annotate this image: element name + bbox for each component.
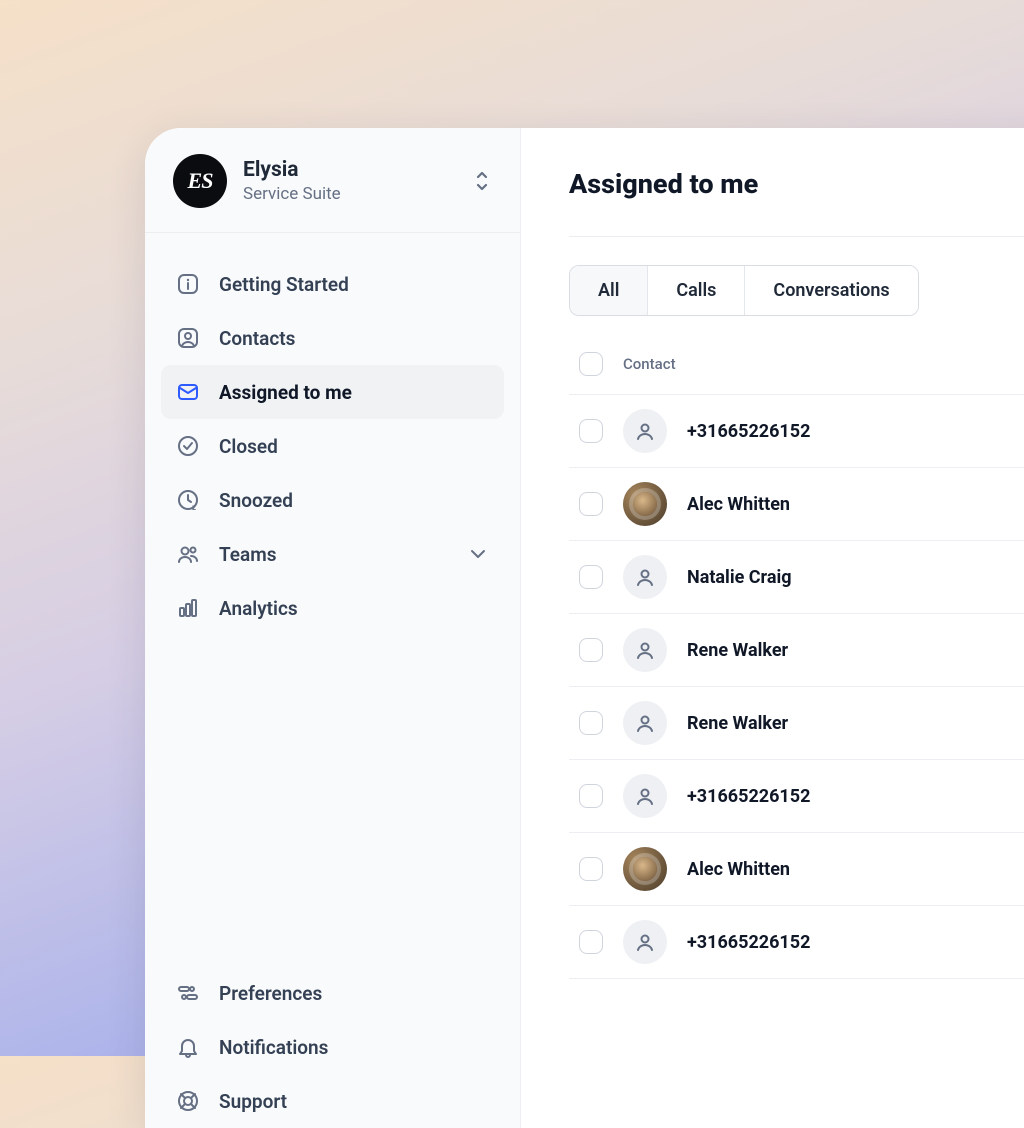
- table-header-row: Contact: [569, 352, 1024, 394]
- contact-name: Alec Whitten: [687, 859, 790, 880]
- table-row[interactable]: +31665226152: [569, 760, 1024, 833]
- contact-name: Rene Walker: [687, 640, 788, 661]
- filter-tabs: AllCallsConversations: [569, 265, 919, 316]
- workspace-name: Elysia: [243, 158, 456, 182]
- chevron-up-down-icon: [472, 169, 492, 193]
- sidebar-item-support[interactable]: Support: [161, 1074, 504, 1128]
- avatar-placeholder: [623, 701, 667, 745]
- tab-conv[interactable]: Conversations: [745, 266, 917, 315]
- contact-icon: [175, 325, 201, 351]
- sidebar-item-teams[interactable]: Teams: [161, 527, 504, 581]
- row-checkbox[interactable]: [579, 784, 603, 808]
- workspace-switcher[interactable]: ES Elysia Service Suite: [145, 128, 520, 233]
- sidebar-item-assigned[interactable]: Assigned to me: [161, 365, 504, 419]
- tab-calls[interactable]: Calls: [648, 266, 745, 315]
- row-checkbox[interactable]: [579, 711, 603, 735]
- check-icon: [175, 433, 201, 459]
- avatar-photo: [623, 847, 667, 891]
- column-header-contact: Contact: [623, 355, 676, 373]
- sidebar-item-closed[interactable]: Closed: [161, 419, 504, 473]
- avatar-placeholder: [623, 774, 667, 818]
- row-checkbox[interactable]: [579, 857, 603, 881]
- sidebar-item-contacts[interactable]: Contacts: [161, 311, 504, 365]
- contact-name: Rene Walker: [687, 713, 788, 734]
- sidebar-item-label: Closed: [219, 435, 278, 458]
- sidebar-item-label: Contacts: [219, 327, 295, 350]
- sidebar-item-label: Teams: [219, 543, 277, 566]
- avatar-placeholder: [623, 409, 667, 453]
- users-icon: [175, 541, 201, 567]
- svg-text:z: z: [192, 503, 196, 512]
- avatar-photo: [623, 482, 667, 526]
- app-window: ES Elysia Service Suite Getting Started C…: [145, 128, 1024, 1128]
- sidebar-item-label: Support: [219, 1090, 287, 1113]
- bell-icon: [175, 1034, 201, 1060]
- row-checkbox[interactable]: [579, 638, 603, 662]
- workspace-subtitle: Service Suite: [243, 184, 456, 204]
- page-title: Assigned to me: [569, 168, 1024, 200]
- sidebar-item-snoozed[interactable]: z Snoozed: [161, 473, 504, 527]
- row-checkbox[interactable]: [579, 930, 603, 954]
- main-content: Assigned to me AllCallsConversations Con…: [521, 128, 1024, 1128]
- table-row[interactable]: Rene Walker: [569, 614, 1024, 687]
- tab-all[interactable]: All: [570, 266, 648, 315]
- sidebar-item-notifications[interactable]: Notifications: [161, 1020, 504, 1074]
- table-row[interactable]: Rene Walker: [569, 687, 1024, 760]
- avatar-placeholder: [623, 920, 667, 964]
- contact-name: +31665226152: [687, 421, 810, 442]
- workspace-logo: ES: [173, 154, 227, 208]
- table-row[interactable]: Natalie Craig: [569, 541, 1024, 614]
- contact-name: +31665226152: [687, 786, 810, 807]
- info-icon: [175, 271, 201, 297]
- clock-icon: z: [175, 487, 201, 513]
- divider: [569, 236, 1024, 237]
- sidebar-item-analytics[interactable]: Analytics: [161, 581, 504, 635]
- sidebar-item-label: Analytics: [219, 597, 298, 620]
- table-row[interactable]: Alec Whitten: [569, 833, 1024, 906]
- contact-name: Alec Whitten: [687, 494, 790, 515]
- lifebuoy-icon: [175, 1088, 201, 1114]
- row-checkbox[interactable]: [579, 419, 603, 443]
- avatar-placeholder: [623, 628, 667, 672]
- sidebar-item-label: Notifications: [219, 1036, 328, 1059]
- sidebar-item-label: Preferences: [219, 982, 322, 1005]
- sidebar-item-label: Snoozed: [219, 489, 293, 512]
- sidebar: ES Elysia Service Suite Getting Started C…: [145, 128, 521, 1128]
- chevron-down-icon: [466, 542, 490, 566]
- contacts-table: Contact +31665226152 Alec Whitten Natalie …: [569, 352, 1024, 979]
- contact-name: Natalie Craig: [687, 567, 792, 588]
- workspace-text: Elysia Service Suite: [243, 158, 456, 204]
- contact-name: +31665226152: [687, 932, 810, 953]
- table-row[interactable]: +31665226152: [569, 394, 1024, 468]
- table-row[interactable]: Alec Whitten: [569, 468, 1024, 541]
- table-row[interactable]: +31665226152: [569, 906, 1024, 979]
- sliders-icon: [175, 980, 201, 1006]
- avatar-placeholder: [623, 555, 667, 599]
- select-all-checkbox[interactable]: [579, 352, 603, 376]
- sidebar-item-label: Assigned to me: [219, 381, 352, 404]
- mail-icon: [175, 379, 201, 405]
- row-checkbox[interactable]: [579, 492, 603, 516]
- row-checkbox[interactable]: [579, 565, 603, 589]
- chart-icon: [175, 595, 201, 621]
- sidebar-item-preferences[interactable]: Preferences: [161, 966, 504, 1020]
- sidebar-item-getting-started[interactable]: Getting Started: [161, 257, 504, 311]
- sidebar-nav: Getting Started Contacts Assigned to me Clo…: [145, 233, 520, 1128]
- sidebar-item-label: Getting Started: [219, 273, 349, 296]
